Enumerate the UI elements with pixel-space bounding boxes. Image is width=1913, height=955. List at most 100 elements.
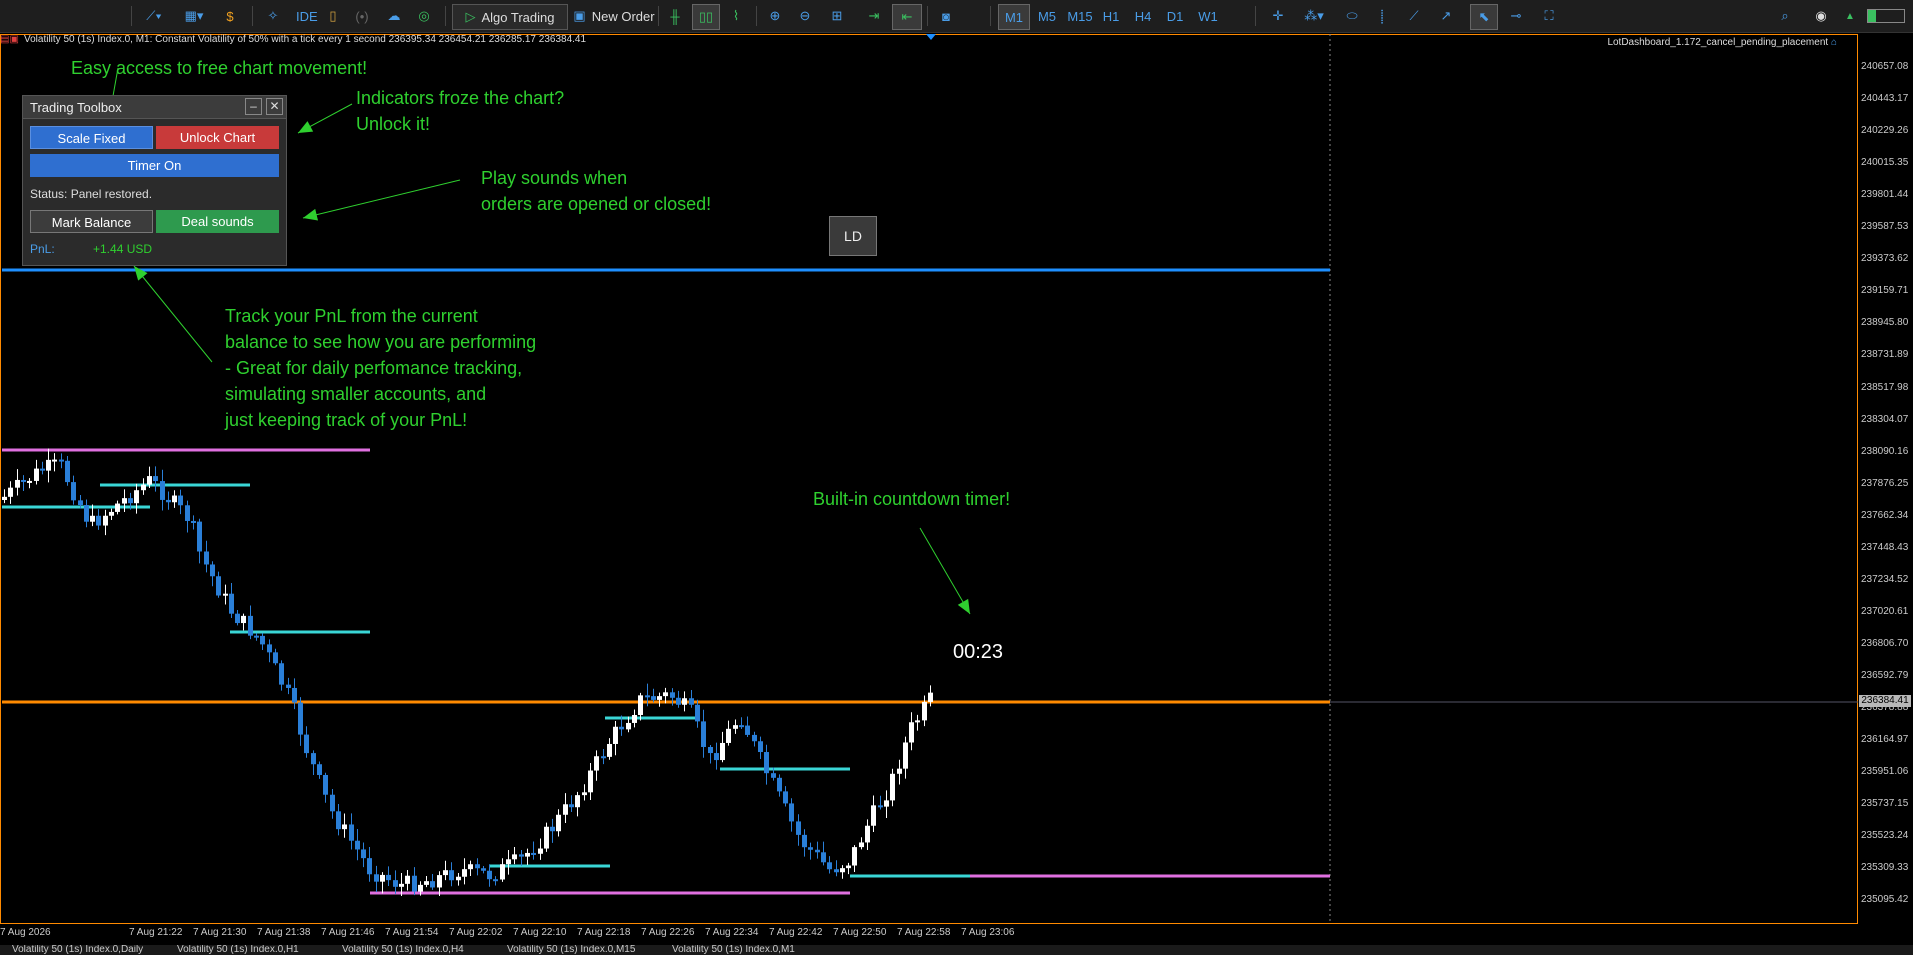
chart-tabs: Volatility 50 (1s) Index.0,Daily Volatili… <box>0 945 1913 955</box>
search-icon[interactable]: ⌕ <box>1774 4 1796 28</box>
timeframe-h4[interactable]: H4 <box>1130 4 1156 28</box>
chart-type-icon[interactable]: ⟋▾ <box>140 4 168 28</box>
level-icon: ▲ <box>1845 10 1855 22</box>
annotation-pnl-3: - Great for daily perfomance tracking, <box>225 358 523 378</box>
chart-tab[interactable]: Volatility 50 (1s) Index.0,H4 <box>342 945 464 955</box>
time-tick: 7 Aug 22:18 <box>577 927 631 938</box>
objects-icon[interactable]: ⬭ <box>1340 4 1364 28</box>
screenshot-icon[interactable]: ◙ <box>934 4 958 28</box>
ld-button[interactable]: LD <box>829 216 877 256</box>
templates-icon[interactable]: ▦▾ <box>176 4 212 28</box>
minimize-icon[interactable]: – <box>245 98 262 115</box>
price-tick: 236592.79 <box>1861 669 1909 681</box>
zoom-out-icon[interactable]: ⊖ <box>794 4 816 28</box>
trading-toolbox-panel[interactable]: Trading Toolbox – ✕ Scale Fixed Unlock C… <box>22 95 287 266</box>
wizard-icon[interactable]: ✧ <box>262 4 284 28</box>
bar-chart-icon[interactable]: ╫ <box>664 4 686 28</box>
chart-tab[interactable]: Volatility 50 (1s) Index.0,Daily <box>12 945 143 955</box>
panel-title: Trading Toolbox <box>30 100 122 115</box>
price-tick: 238090.16 <box>1861 445 1909 457</box>
current-price-marker: 236384.41 <box>1859 695 1911 707</box>
price-tick: 239373.62 <box>1861 253 1909 265</box>
close-icon[interactable]: ✕ <box>266 98 283 115</box>
ide-button[interactable]: IDE <box>290 4 324 28</box>
ea-hat-icon: ⌂ <box>1830 37 1837 48</box>
price-tick: 236164.97 <box>1861 734 1909 746</box>
timeframe-h1[interactable]: H1 <box>1098 4 1124 28</box>
timer-on-button[interactable]: Timer On <box>30 154 279 177</box>
rectangle-icon[interactable]: ⛶ <box>1536 4 1562 28</box>
scale-fixed-button[interactable]: Scale Fixed <box>30 126 153 149</box>
price-tick: 235309.33 <box>1861 862 1909 874</box>
time-tick: 7 Aug 23:06 <box>961 927 1015 938</box>
chart-info: ▤▣ Volatility 50 (1s) Index.0, M1: Consta… <box>0 34 587 45</box>
vertical-line-icon[interactable]: ⸽ <box>1372 4 1392 28</box>
timeframe-d1[interactable]: D1 <box>1162 4 1188 28</box>
market-icon[interactable]: $ <box>219 4 241 28</box>
price-tick: 240015.35 <box>1861 157 1909 169</box>
vps-icon[interactable]: ◎ <box>412 4 436 28</box>
price-tick: 238731.89 <box>1861 349 1909 361</box>
cloud-icon[interactable]: ☁ <box>382 4 406 28</box>
chart-shift-icon[interactable]: ⇤ <box>892 4 922 30</box>
signal-icon[interactable]: (•) <box>350 4 374 28</box>
line-chart-icon[interactable]: ⌇ <box>724 4 748 28</box>
crosshair-icon[interactable]: ✛ <box>1266 4 1290 28</box>
grid-icon[interactable]: ⊞ <box>826 4 848 28</box>
annotation-pnl-4: simulating smaller accounts, and <box>225 384 487 404</box>
chart-tab[interactable]: Volatility 50 (1s) Index.0,M1 <box>672 945 795 955</box>
time-tick: 7 Aug 22:34 <box>705 927 759 938</box>
account-icon[interactable]: ◉ <box>1810 4 1832 28</box>
time-tick: 7 Aug 22:02 <box>449 927 503 938</box>
timeframe-w1[interactable]: W1 <box>1194 4 1222 28</box>
time-tick: 7 Aug 22:10 <box>513 927 567 938</box>
price-tick: 239801.44 <box>1861 189 1909 201</box>
timeframe-m15[interactable]: M15 <box>1064 4 1096 28</box>
time-tick: 7 Aug 22:26 <box>641 927 695 938</box>
price-tick: 240443.17 <box>1861 93 1909 105</box>
new-order-button[interactable]: ▣ New Order <box>560 4 668 28</box>
horizontal-line-icon[interactable]: ⊸ <box>1504 4 1528 28</box>
price-tick: 238517.98 <box>1861 381 1909 393</box>
chart-tab[interactable]: Volatility 50 (1s) Index.0,M15 <box>507 945 635 955</box>
price-tick: 238945.80 <box>1861 317 1909 329</box>
pnl-label: PnL: <box>30 242 55 256</box>
algo-trading-button[interactable]: ▷ Algo Trading <box>452 4 568 30</box>
annotation-sounds-2: orders are opened or closed! <box>481 194 712 214</box>
zoom-in-icon[interactable]: ⊕ <box>764 4 786 28</box>
bag-icon[interactable]: ▯ <box>322 4 344 28</box>
time-tick: 7 Aug 21:54 <box>385 927 439 938</box>
price-axis: 240657.08 240443.17 240229.26 240015.35 2398… <box>1858 34 1913 924</box>
chart-tab[interactable]: Volatility 50 (1s) Index.0,H1 <box>177 945 299 955</box>
price-tick: 237876.25 <box>1861 477 1909 489</box>
chart-icon: ▤▣ <box>0 34 19 45</box>
cursor-icon[interactable]: ⬉ <box>1470 4 1498 30</box>
new-order-icon: ▣ <box>573 8 586 23</box>
candlestick-icon[interactable]: ▯▯ <box>692 4 720 30</box>
time-tick: 7 Aug 2026 <box>0 927 51 938</box>
price-tick: 239587.53 <box>1861 221 1909 233</box>
price-tick: 240229.26 <box>1861 125 1909 137</box>
unlock-chart-button[interactable]: Unlock Chart <box>156 126 279 149</box>
price-tick: 237448.43 <box>1861 541 1909 553</box>
countdown-timer: 00:23 <box>953 641 1004 663</box>
price-tick: 239159.71 <box>1861 285 1909 297</box>
time-tick: 7 Aug 22:42 <box>769 927 823 938</box>
panel-titlebar[interactable]: Trading Toolbox – ✕ <box>23 96 286 119</box>
mark-balance-button[interactable]: Mark Balance <box>30 210 153 233</box>
price-tick: 235737.15 <box>1861 798 1909 810</box>
timeframe-m5[interactable]: M5 <box>1033 4 1061 28</box>
shapes-icon[interactable]: ⁂▾ <box>1296 4 1332 28</box>
price-tick: 238304.07 <box>1861 413 1909 425</box>
trendline-icon[interactable]: ⟋ <box>1402 4 1426 28</box>
autoscroll-icon[interactable]: ⇥ <box>862 4 886 28</box>
price-tick: 235523.24 <box>1861 830 1909 842</box>
annotation-pnl-5: just keeping track of your PnL! <box>225 410 468 430</box>
ray-icon[interactable]: ↗ <box>1434 4 1458 28</box>
time-tick: 7 Aug 22:50 <box>833 927 887 938</box>
deal-sounds-button[interactable]: Deal sounds <box>156 210 279 233</box>
timeframe-m1[interactable]: M1 <box>998 4 1030 30</box>
annotation-timer: Built-in countdown timer! <box>813 489 1011 509</box>
price-tick: 237020.61 <box>1861 605 1909 617</box>
annotation-unlock-1: Indicators froze the chart? <box>356 88 565 108</box>
